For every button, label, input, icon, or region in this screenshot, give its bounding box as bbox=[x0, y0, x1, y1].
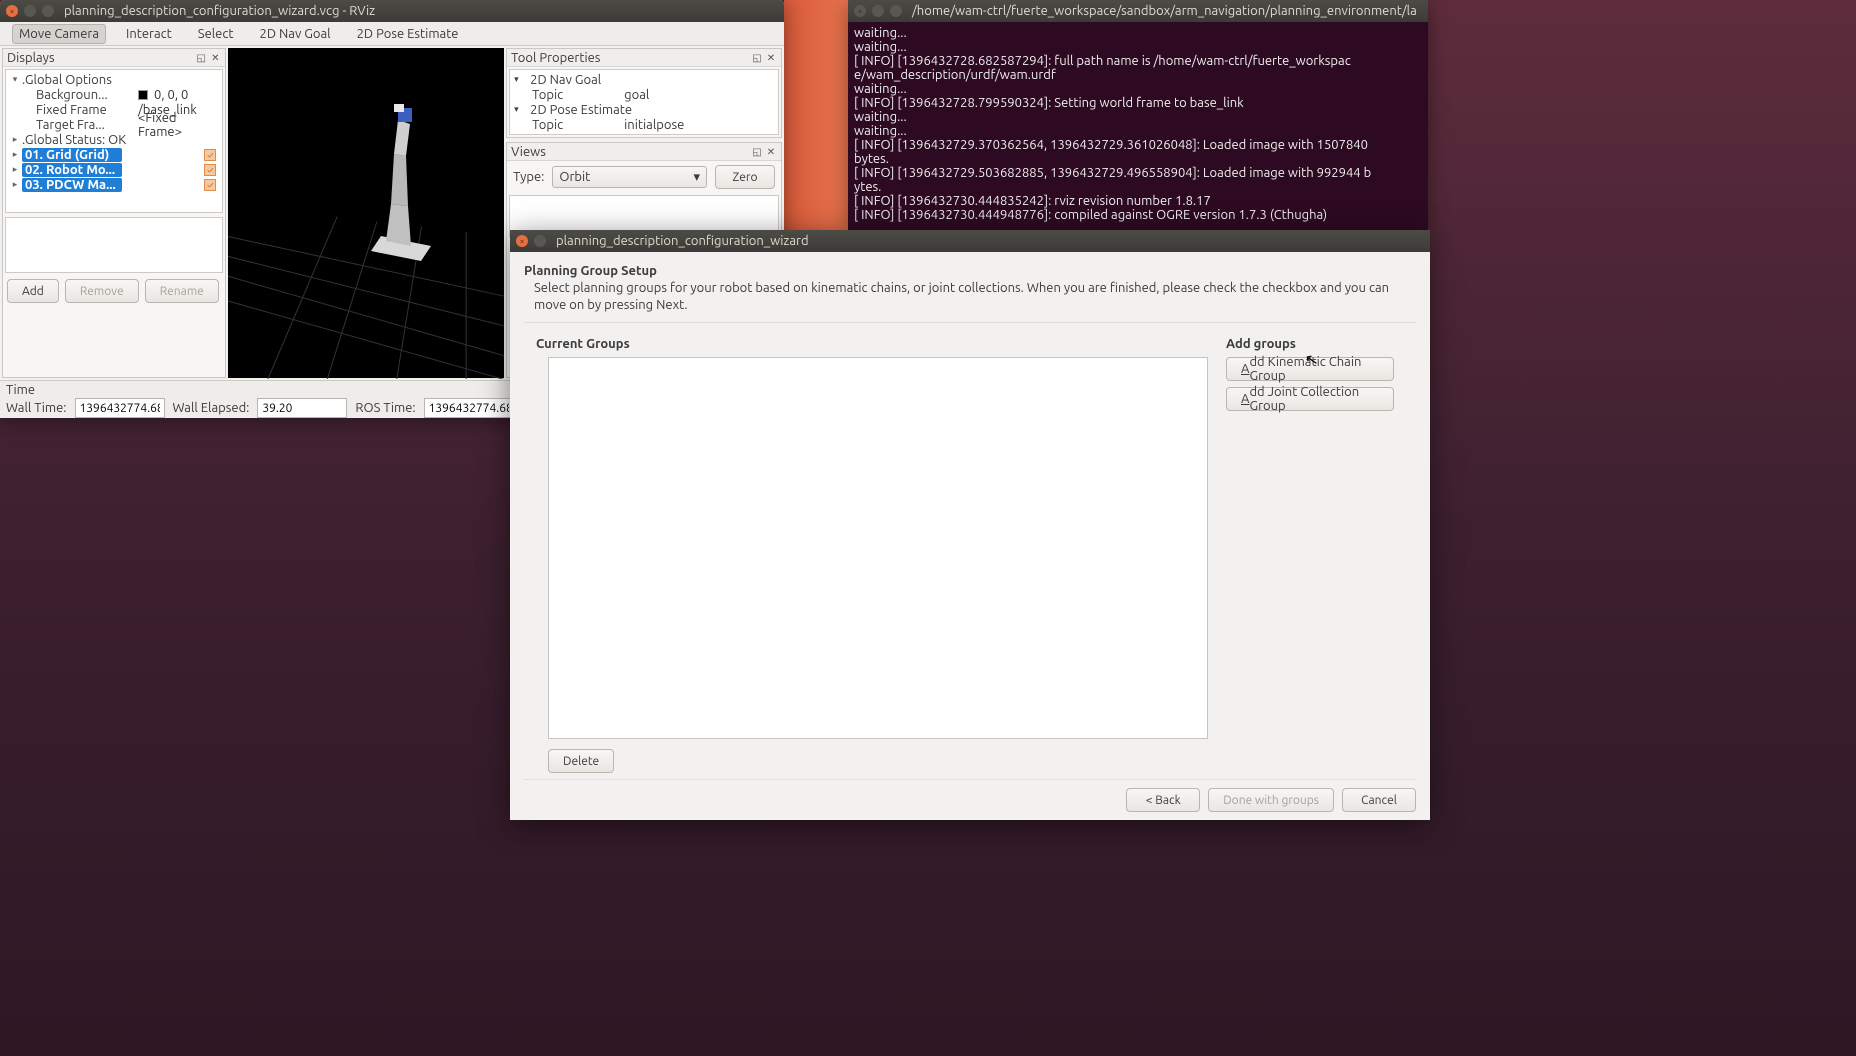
close-icon[interactable]: × bbox=[6, 5, 18, 17]
global-status[interactable]: .Global Status: OK bbox=[22, 133, 126, 147]
close-panel-icon[interactable]: ✕ bbox=[209, 52, 221, 64]
wizard-dialog: × planning_description_configuration_wiz… bbox=[510, 230, 1430, 820]
wall-elapsed-field[interactable] bbox=[257, 398, 347, 418]
terminal-window: × /home/wam-ctrl/fuerte_workspace/sandbo… bbox=[848, 0, 1428, 230]
wizard-titlebar[interactable]: × planning_description_configuration_wiz… bbox=[510, 230, 1430, 252]
terminal-titlebar[interactable]: × /home/wam-ctrl/fuerte_workspace/sandbo… bbox=[848, 0, 1428, 22]
minimize-icon[interactable] bbox=[872, 5, 884, 17]
float-icon[interactable]: ◱ bbox=[751, 52, 763, 64]
chevron-down-icon: ▾ bbox=[693, 170, 700, 185]
checkbox-icon[interactable]: ✓ bbox=[204, 164, 216, 176]
float-icon[interactable]: ◱ bbox=[751, 146, 763, 158]
minimize-icon[interactable] bbox=[534, 235, 546, 247]
close-panel-icon[interactable]: ✕ bbox=[765, 52, 777, 64]
wizard-heading: Planning Group Setup bbox=[524, 264, 1416, 278]
close-icon[interactable]: × bbox=[516, 235, 528, 247]
3d-viewport[interactable] bbox=[228, 48, 504, 378]
view-type-dropdown[interactable]: Orbit▾ bbox=[552, 166, 707, 188]
tool-interact[interactable]: Interact bbox=[120, 25, 178, 43]
rviz-title: planning_description_configuration_wizar… bbox=[64, 4, 375, 18]
close-icon[interactable]: × bbox=[854, 5, 866, 17]
done-with-groups-button: Done with groups bbox=[1208, 788, 1334, 812]
display-item-pdcw[interactable]: 03. PDCW Ma... bbox=[22, 178, 122, 192]
tool-props-header: Tool Properties bbox=[511, 51, 600, 65]
type-label: Type: bbox=[513, 170, 544, 184]
ros-time-field[interactable] bbox=[424, 398, 514, 418]
zero-button[interactable]: Zero bbox=[715, 165, 775, 189]
rviz-toolbar: Move Camera Interact Select 2D Nav Goal … bbox=[0, 22, 784, 46]
displays-header: Displays bbox=[7, 51, 55, 65]
wall-time-label: Wall Time: bbox=[6, 401, 67, 415]
wizard-subtext: Select planning groups for your robot ba… bbox=[524, 280, 1416, 323]
wall-elapsed-label: Wall Elapsed: bbox=[173, 401, 250, 415]
color-swatch[interactable] bbox=[138, 90, 148, 100]
wizard-title: planning_description_configuration_wizar… bbox=[556, 234, 809, 248]
wall-time-field[interactable] bbox=[75, 398, 165, 418]
maximize-icon[interactable] bbox=[42, 5, 54, 17]
views-header: Views bbox=[511, 145, 546, 159]
minimize-icon[interactable] bbox=[24, 5, 36, 17]
checkbox-icon[interactable]: ✓ bbox=[204, 149, 216, 161]
close-panel-icon[interactable]: ✕ bbox=[765, 146, 777, 158]
cancel-button[interactable]: Cancel bbox=[1342, 788, 1416, 812]
tool-properties-panel: Tool Properties◱✕ ▾2D Nav Goal Topicgoal… bbox=[506, 48, 782, 138]
display-item-robot[interactable]: 02. Robot Mo... bbox=[22, 163, 122, 177]
current-groups-list[interactable] bbox=[548, 357, 1208, 739]
maximize-icon[interactable] bbox=[890, 5, 902, 17]
global-options[interactable]: .Global Options bbox=[22, 73, 112, 87]
add-button[interactable]: Add bbox=[7, 279, 59, 303]
terminal-output[interactable]: waiting... waiting... [ INFO] [139643272… bbox=[848, 22, 1428, 226]
checkbox-icon[interactable]: ✓ bbox=[204, 179, 216, 191]
add-groups-label: Add groups bbox=[1226, 337, 1416, 351]
tool-2d-nav-goal[interactable]: 2D Nav Goal bbox=[254, 25, 337, 43]
current-groups-label: Current Groups bbox=[536, 337, 1208, 351]
rename-button: Rename bbox=[145, 279, 219, 303]
terminal-title: /home/wam-ctrl/fuerte_workspace/sandbox/… bbox=[912, 4, 1417, 18]
displays-panel: Displays ◱✕ ▾.Global Options Backgroun..… bbox=[2, 48, 226, 378]
rviz-titlebar[interactable]: × planning_description_configuration_wiz… bbox=[0, 0, 784, 22]
displays-tree[interactable]: ▾.Global Options Backgroun...0, 0, 0 Fix… bbox=[5, 69, 223, 213]
add-joint-collection-button[interactable]: Add Joint Collection Group bbox=[1226, 387, 1394, 411]
display-description bbox=[5, 217, 223, 273]
tool-move-camera[interactable]: Move Camera bbox=[12, 24, 106, 44]
tool-2d-pose-estimate[interactable]: 2D Pose Estimate bbox=[351, 25, 465, 43]
back-button[interactable]: < Back bbox=[1126, 788, 1200, 812]
ros-time-label: ROS Time: bbox=[355, 401, 415, 415]
display-item-grid[interactable]: 01. Grid (Grid) bbox=[22, 148, 122, 162]
delete-button[interactable]: Delete bbox=[548, 749, 614, 773]
remove-button: Remove bbox=[65, 279, 139, 303]
robot-arm-model bbox=[366, 96, 436, 266]
tool-select[interactable]: Select bbox=[192, 25, 240, 43]
float-icon[interactable]: ◱ bbox=[195, 52, 207, 64]
